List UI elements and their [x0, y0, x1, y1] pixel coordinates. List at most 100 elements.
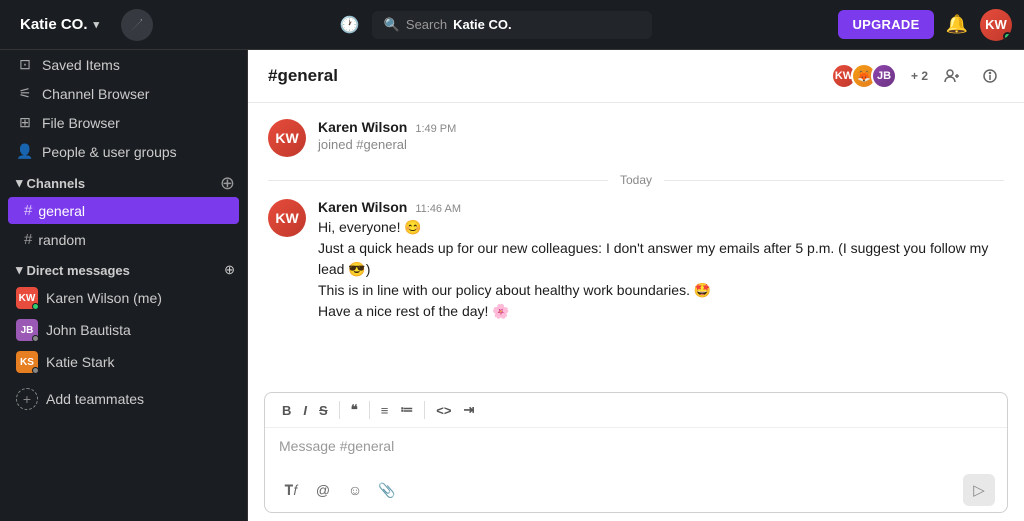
msg-avatar-1: KW [268, 119, 306, 157]
channel-name-random: random [38, 232, 85, 248]
chat-header: #general KW 🦊 JB + 2 [248, 50, 1024, 103]
avatar-initials: KW [985, 17, 1007, 32]
dm-initials-john: JB [21, 325, 34, 336]
msg-content-1: Karen Wilson 1:49 PM joined #general [318, 119, 1004, 157]
dm-name-karen: Karen Wilson (me) [46, 290, 162, 306]
hash-icon: # [24, 231, 32, 248]
blockquote-button[interactable]: ❝ [346, 399, 363, 421]
msg-content-2: Karen Wilson 11:46 AM Hi, everyone! 😊 Ju… [318, 199, 1004, 322]
mention-icon[interactable]: @ [309, 476, 337, 504]
code-button[interactable]: <> [431, 400, 456, 421]
input-bottom-icons: 𝐓𝑓 @ ☺ 📎 [277, 476, 401, 504]
channels-section-label: ▾ Channels [16, 175, 85, 191]
msg-text-1: joined #general [318, 137, 1004, 152]
people-icon: 👤 [16, 143, 34, 160]
member-avatars[interactable]: KW 🦊 JB [831, 63, 897, 89]
messages-list: KW Karen Wilson 1:49 PM joined #general … [248, 103, 1024, 384]
ordered-list-button[interactable]: ≡ [376, 400, 394, 421]
topbar-center: 🕐 🔍 Search Katie CO. [163, 11, 828, 39]
sidebar-item-channel-browser[interactable]: ⚟ Channel Browser [0, 79, 247, 108]
status-katie [32, 367, 39, 374]
bold-button[interactable]: B [277, 400, 296, 421]
pencil-icon [130, 18, 144, 32]
channel-browser-label: Channel Browser [42, 86, 149, 102]
saved-items-icon: ⊡ [16, 56, 34, 73]
input-bottom-bar: 𝐓𝑓 @ ☺ 📎 ▷ [265, 468, 1007, 512]
message-group-2: KW Karen Wilson 11:46 AM Hi, everyone! 😊… [248, 195, 1024, 326]
dm-section-label: ▾ Direct messages [16, 262, 130, 278]
toolbar-divider-3 [424, 401, 425, 419]
dm-item-john[interactable]: JB John Bautista [0, 314, 247, 346]
toolbar-divider-1 [339, 401, 340, 419]
format-icon[interactable]: 𝐓𝑓 [277, 476, 305, 504]
add-dm-icon[interactable]: ⊕ [224, 262, 235, 278]
file-browser-icon: ⊞ [16, 114, 34, 131]
member-count-extra: + 2 [911, 69, 928, 83]
channel-browser-icon: ⚟ [16, 85, 34, 102]
channel-name-general: general [38, 203, 85, 219]
dm-initials-katie: KS [20, 357, 34, 368]
chat-area: #general KW 🦊 JB + 2 KW [248, 50, 1024, 521]
plus-circle-icon: + [16, 388, 38, 410]
chat-header-left: #general [268, 66, 338, 86]
dm-item-karen[interactable]: KW Karen Wilson (me) [0, 282, 247, 314]
search-bar[interactable]: 🔍 Search Katie CO. [372, 11, 652, 39]
chat-header-right: KW 🦊 JB + 2 [831, 62, 1004, 90]
channels-section-header[interactable]: ▾ Channels ⊕ [0, 166, 247, 196]
add-teammates-label: Add teammates [46, 391, 144, 407]
channel-item-random[interactable]: # random [8, 226, 239, 253]
msg-line-3: This is in line with our policy about he… [318, 280, 1004, 301]
formatting-toolbar: B I S ❝ ≡ ≔ <> ⇥ [265, 393, 1007, 428]
member-avatar-3: JB [871, 63, 897, 89]
msg-time-2: 11:46 AM [415, 203, 461, 215]
add-teammates-button[interactable]: + Add teammates [0, 382, 247, 416]
sidebar: ⊡ Saved Items ⚟ Channel Browser ⊞ File B… [0, 50, 248, 521]
indent-button[interactable]: ⇥ [458, 399, 479, 421]
msg-line-1: Hi, everyone! 😊 [318, 217, 1004, 238]
msg-time-1: 1:49 PM [415, 123, 456, 135]
workspace-name[interactable]: Katie CO. ▾ [12, 16, 107, 33]
user-avatar[interactable]: KW [980, 9, 1012, 41]
search-label: Search [406, 17, 447, 32]
dm-item-katie[interactable]: KS Katie Stark [0, 346, 247, 378]
file-browser-label: File Browser [42, 115, 120, 131]
emoji-icon[interactable]: ☺ [341, 476, 369, 504]
strikethrough-button[interactable]: S [314, 400, 333, 421]
info-icon[interactable] [976, 62, 1004, 90]
status-john [32, 335, 39, 342]
dm-avatar-john: JB [16, 319, 38, 341]
dm-avatar-katie: KS [16, 351, 38, 373]
workspace-label: Katie CO. [20, 16, 88, 33]
channel-item-general[interactable]: # general [8, 197, 239, 224]
msg-author-1: Karen Wilson [318, 119, 407, 135]
channels-section-text: Channels [27, 176, 86, 191]
message-group-1: KW Karen Wilson 1:49 PM joined #general [248, 115, 1024, 161]
search-term: Katie CO. [453, 17, 512, 32]
edit-button[interactable] [121, 9, 153, 41]
toolbar-divider-2 [369, 401, 370, 419]
hash-icon: # [24, 202, 32, 219]
notifications-icon[interactable]: 🔔 [946, 14, 968, 35]
add-channel-icon[interactable]: ⊕ [220, 174, 235, 192]
attachment-icon[interactable]: 📎 [373, 476, 401, 504]
msg-avatar-2: KW [268, 199, 306, 237]
status-dot [1003, 32, 1012, 41]
history-icon[interactable]: 🕐 [340, 15, 360, 35]
dm-chevron-icon: ▾ [16, 262, 23, 278]
dm-section-text: Direct messages [27, 263, 130, 278]
sidebar-item-file-browser[interactable]: ⊞ File Browser [0, 108, 247, 137]
italic-button[interactable]: I [298, 400, 312, 421]
dm-name-katie: Katie Stark [46, 354, 114, 370]
dm-initials-karen: KW [19, 293, 36, 304]
unordered-list-button[interactable]: ≔ [395, 399, 418, 421]
topbar-right: UPGRADE 🔔 KW [838, 9, 1012, 41]
send-button[interactable]: ▷ [963, 474, 995, 506]
workspace-chevron-icon: ▾ [94, 18, 100, 31]
upgrade-button[interactable]: UPGRADE [838, 10, 933, 39]
divider-label: Today [608, 173, 664, 187]
sidebar-item-people-user-groups[interactable]: 👤 People & user groups [0, 137, 247, 166]
sidebar-item-saved-items[interactable]: ⊡ Saved Items [0, 50, 247, 79]
dm-section-header[interactable]: ▾ Direct messages ⊕ [0, 254, 247, 282]
message-input[interactable]: Message #general [265, 428, 1007, 468]
add-member-icon[interactable] [938, 62, 966, 90]
